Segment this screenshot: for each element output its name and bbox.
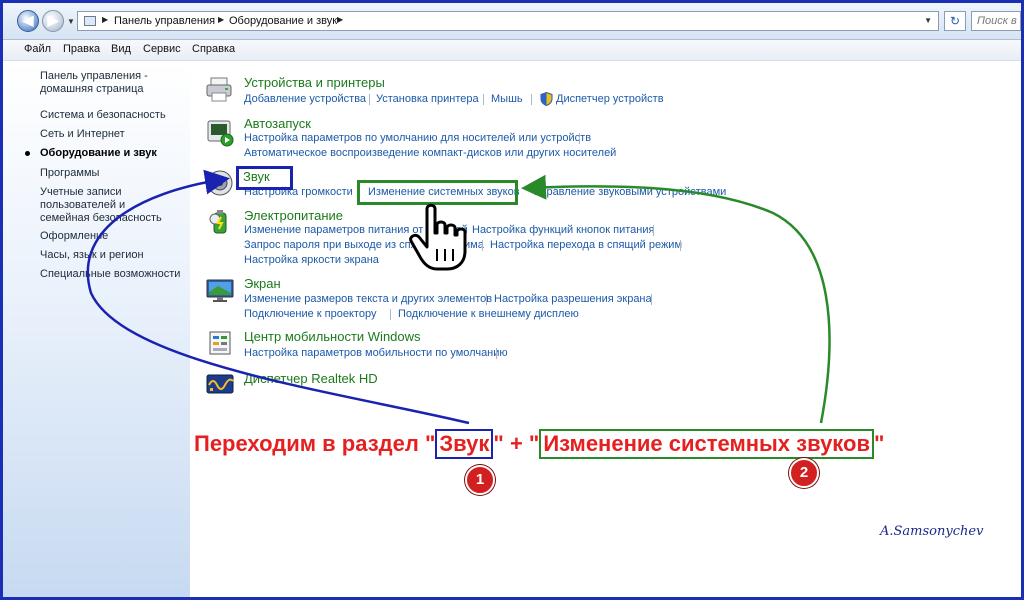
system-sounds-highlight-box — [357, 180, 518, 205]
sidebar: Панель управления - домашняя страница Си… — [3, 61, 190, 597]
uac-shield-icon — [540, 92, 553, 106]
link-separator — [496, 348, 497, 359]
hand-cursor-icon — [409, 203, 467, 271]
screenshot-frame: ◀ ▶ ▼ ▶ Панель управления ▶ Оборудование… — [0, 0, 1024, 600]
category-autoplay[interactable]: Автозапуск — [244, 116, 311, 131]
link-screen-brightness[interactable]: Настройка яркости экрана — [244, 254, 379, 266]
sidebar-item-user-accounts[interactable]: Учетные записи пользователей и семейная … — [40, 186, 175, 225]
instruction-highlight-system-sounds: Изменение системных звуков — [539, 429, 874, 459]
category-mobility-center[interactable]: Центр мобильности Windows — [244, 329, 421, 344]
breadcrumb-control-panel[interactable]: Панель управления — [114, 15, 215, 27]
category-display[interactable]: Экран — [244, 276, 281, 291]
realtek-icon — [206, 374, 234, 394]
address-bar: ◀ ▶ ▼ ▶ Панель управления ▶ Оборудование… — [3, 3, 1021, 40]
sidebar-item-security[interactable]: Система и безопасность — [40, 109, 185, 122]
control-panel-icon — [84, 16, 96, 26]
search-input[interactable]: Поиск в п — [971, 11, 1021, 31]
menu-view[interactable]: Вид — [111, 43, 131, 55]
chevron-right-icon[interactable]: ▶ — [102, 15, 108, 24]
link-autoplay-defaults[interactable]: Настройка параметров по умолчанию для но… — [244, 132, 591, 144]
sidebar-item-network[interactable]: Сеть и Интернет — [40, 128, 185, 141]
link-add-device[interactable]: Добавление устройства — [244, 93, 366, 105]
link-separator — [369, 94, 370, 105]
instruction-part2: " + " — [493, 431, 540, 456]
chevron-right-icon[interactable]: ▶ — [337, 15, 343, 24]
menu-tools[interactable]: Сервис — [143, 43, 181, 55]
link-install-printer[interactable]: Установка принтера — [376, 93, 479, 105]
link-separator — [486, 294, 487, 305]
link-device-manager[interactable]: Диспетчер устройств — [556, 93, 664, 105]
link-separator — [531, 94, 532, 105]
printer-icon — [206, 77, 232, 102]
menu-help[interactable]: Справка — [192, 43, 235, 55]
mobility-icon — [209, 331, 231, 355]
history-dropdown-icon[interactable]: ▼ — [67, 17, 75, 26]
link-sleep-settings[interactable]: Настройка перехода в спящий режим — [490, 239, 682, 251]
link-separator — [483, 94, 484, 105]
chevron-right-icon[interactable]: ▶ — [218, 15, 224, 24]
display-icon — [206, 279, 234, 302]
menu-file[interactable]: Файл — [24, 43, 51, 55]
link-separator — [651, 294, 652, 305]
link-mouse[interactable]: Мышь — [491, 93, 523, 105]
link-screen-resolution[interactable]: Настройка разрешения экрана — [494, 293, 652, 305]
breadcrumb[interactable]: ▶ Панель управления ▶ Оборудование и зву… — [77, 11, 939, 31]
main-content: Устройства и принтеры Добавление устройс… — [191, 61, 1021, 597]
autoplay-icon — [207, 120, 234, 147]
instruction-part3: " — [873, 431, 885, 456]
link-connect-projector[interactable]: Подключение к проектору — [244, 308, 376, 320]
link-separator — [579, 133, 580, 144]
category-devices-printers[interactable]: Устройства и принтеры — [244, 75, 385, 90]
sound-highlight-box — [236, 166, 293, 190]
address-dropdown-icon[interactable]: ▼ — [924, 16, 932, 25]
link-autoplay-cd[interactable]: Автоматическое воспроизведение компакт-д… — [244, 147, 616, 159]
author-signature: A.Samsonychev — [880, 524, 984, 539]
sidebar-item-hardware-sound: Оборудование и звук — [40, 147, 157, 159]
link-separator — [653, 225, 654, 236]
current-item-bullet — [25, 151, 30, 156]
category-power[interactable]: Электропитание — [244, 208, 343, 223]
sidebar-item-clock-region[interactable]: Часы, язык и регион — [40, 249, 185, 262]
sidebar-home-link[interactable]: Панель управления - домашняя страница — [40, 70, 160, 96]
back-button[interactable]: ◀ — [17, 10, 39, 32]
speaker-icon — [207, 170, 233, 196]
link-separator — [680, 240, 681, 251]
instruction-highlight-sound: Звук — [435, 429, 494, 459]
menu-edit[interactable]: Правка — [63, 43, 100, 55]
category-realtek[interactable]: Диспетчер Realtek HD — [244, 371, 378, 386]
menu-bar: Файл Правка Вид Сервис Справка — [3, 40, 1021, 61]
link-text-size[interactable]: Изменение размеров текста и других элеме… — [244, 293, 492, 305]
forward-button[interactable]: ▶ — [42, 10, 64, 32]
link-external-display[interactable]: Подключение к внешнему дисплею — [398, 308, 579, 320]
link-manage-audio-devices[interactable]: Управление звуковыми устройствами — [534, 186, 726, 198]
sidebar-item-appearance[interactable]: Оформление — [40, 230, 185, 243]
breadcrumb-hardware-sound[interactable]: Оборудование и звук — [229, 15, 337, 27]
sidebar-item-accessibility[interactable]: Специальные возможности — [40, 268, 185, 281]
annotation-instruction: Переходим в раздел " Звук " + " Изменение с… — [194, 429, 884, 459]
link-mobility-defaults[interactable]: Настройка параметров мобильности по умол… — [244, 347, 508, 359]
power-icon — [209, 210, 227, 234]
instruction-part1: Переходим в раздел " — [194, 431, 436, 456]
link-separator — [482, 240, 483, 251]
link-separator — [390, 309, 391, 320]
sidebar-item-programs[interactable]: Программы — [40, 167, 185, 180]
refresh-button[interactable]: ↻ — [944, 11, 966, 31]
link-power-buttons[interactable]: Настройка функций кнопок питания — [472, 224, 654, 236]
step-badge-2: 2 — [789, 458, 819, 488]
step-badge-1: 1 — [465, 465, 495, 495]
